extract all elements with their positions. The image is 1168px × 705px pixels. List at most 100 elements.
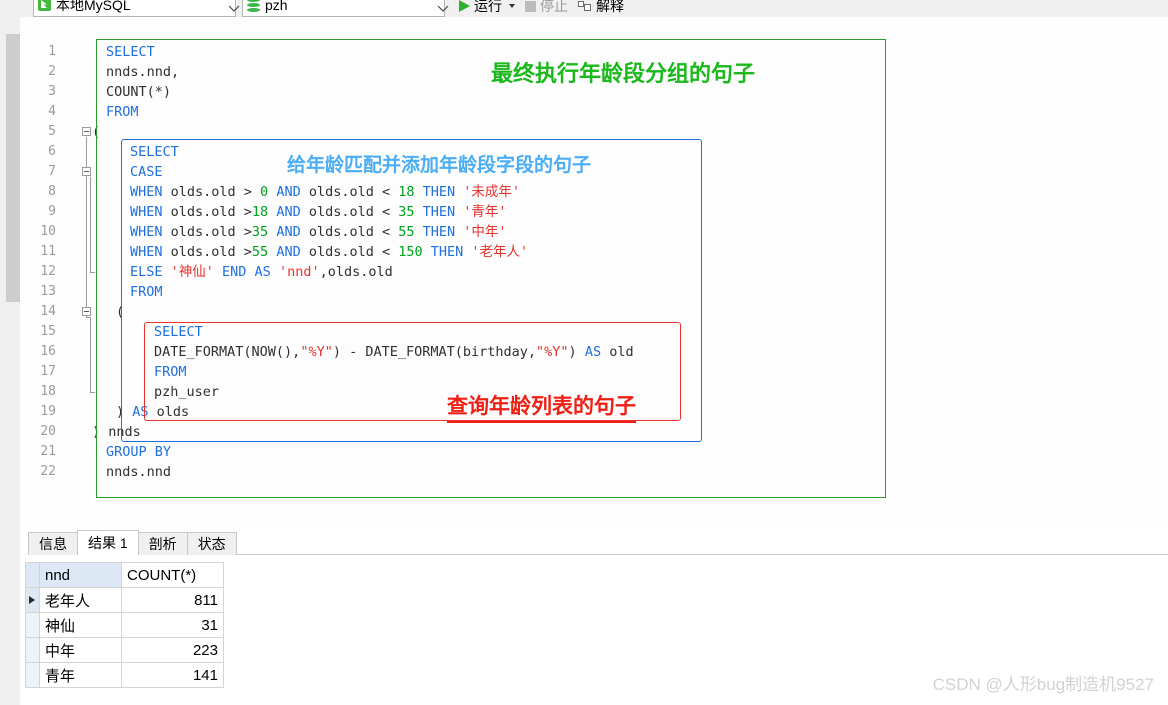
caret-down-icon[interactable] [509,4,515,8]
code-token: olds.old < [308,244,399,260]
table-row[interactable]: 中年 223 [25,637,224,663]
code-line[interactable]: SELECT [154,322,203,342]
watermark: CSDN @人形bug制造机9527 [932,675,1154,694]
annotation-middle: 给年龄匹配并添加年龄段字段的句子 [287,155,592,176]
results-tab[interactable]: 信息 [28,532,78,555]
row-selector-cell[interactable] [25,612,40,638]
cell-count[interactable]: 811 [121,587,224,613]
results-left-rail [0,522,20,705]
row-selector-cell[interactable] [25,637,40,663]
code-token: FROM [106,104,139,120]
grid-header-selector [25,562,40,588]
code-token: pzh_user [154,384,220,400]
code-line[interactable]: WHEN olds.old >35 AND olds.old < 55 THEN… [130,222,507,242]
code-line[interactable]: COUNT(*) [106,82,171,102]
cell-nnd[interactable]: 中年 [39,637,122,663]
code-line[interactable]: CASE [130,162,163,182]
code-token: AND [276,224,309,240]
code-line[interactable]: WHEN olds.old >18 AND olds.old < 35 THEN… [130,202,507,222]
code-token: WHEN [130,184,171,200]
code-line[interactable]: SELECT [106,42,155,62]
code-line[interactable]: nnds.nnd, [106,62,179,82]
code-token: ( [92,124,101,140]
toolbar: 本地MySQL pzh 运行 停止 解释 [0,0,1168,17]
code-token: AS [132,404,157,420]
code-token: '中年' [463,224,507,240]
vertical-scrollbar-thumb[interactable] [6,34,20,302]
code-line[interactable]: FROM [106,102,139,122]
code-token: THEN [422,184,464,200]
current-row-marker-icon [29,596,35,604]
results-panel: 信息 结果 1 剖析 状态 nnd COUNT(*) 老年人 811 神仙 31 中年 223 青… [0,522,1168,705]
cell-count[interactable]: 223 [121,637,224,663]
code-line[interactable]: ELSE '神仙' END AS 'nnd',olds.old [130,262,393,282]
table-row[interactable]: 老年人 811 [25,587,224,613]
cell-nnd[interactable]: 青年 [39,662,122,688]
table-row[interactable]: 青年 141 [25,662,224,688]
cell-nnd[interactable]: 老年人 [39,587,122,613]
row-selector-cell[interactable] [25,587,40,613]
code-token: FROM [130,284,163,300]
connection-selector[interactable]: 本地MySQL [33,0,240,17]
code-line[interactable]: pzh_user [154,382,219,402]
results-grid[interactable]: nnd COUNT(*) 老年人 811 神仙 31 中年 223 青年 141 [25,562,224,688]
stop-label: 停止 [540,0,568,14]
code-line[interactable]: WHEN olds.old >55 AND olds.old < 150 THE… [130,242,528,262]
code-token: 'nnd' [278,264,320,280]
sql-editor-area: 1 2 3 4 5 6 7 8 9 10 11 12 13 14 15 16 17 18 19 20 21 22 SELE… [0,17,1168,522]
cell-nnd[interactable]: 神仙 [39,612,122,638]
code-line[interactable]: FROM [130,282,163,302]
code-line[interactable]: ) AS olds [116,402,189,422]
code-token: SELECT [154,324,203,340]
run-button[interactable]: 运行 [454,0,520,17]
code-line[interactable]: nnds.nnd [106,462,171,482]
results-tab[interactable]: 状态 [186,532,237,555]
annotation-inner: 查询年龄列表的句子 [447,390,636,423]
results-tab[interactable]: 剖析 [137,532,188,555]
code-token: 35 [251,224,269,240]
code-token: nnds.nnd, [106,64,180,80]
results-tab[interactable]: 结果 1 [77,530,139,556]
explain-button[interactable]: 解释 [573,0,629,17]
code-token: ) [116,404,133,420]
code-token: "%Y" [536,344,569,360]
code-line[interactable]: SELECT [130,142,179,162]
grid-header-count[interactable]: COUNT(*) [121,562,224,588]
code-token: 18 [398,184,415,200]
code-token: AND [276,244,309,260]
code-token: 55 [398,224,415,240]
code-token: WHEN [130,204,171,220]
code-line[interactable]: GROUP BY [106,442,171,462]
code-line[interactable]: WHEN olds.old > 0 AND olds.old < 18 THEN… [130,182,520,202]
run-label: 运行 [474,0,502,14]
cell-count[interactable]: 141 [121,662,224,688]
code-token: CASE [130,164,163,180]
code-line[interactable]: DATE_FORMAT(NOW(),"%Y") - DATE_FORMAT(bi… [154,342,634,362]
code-token: ( [116,304,125,320]
row-selector-cell[interactable] [25,662,40,688]
database-selector[interactable]: pzh [242,0,449,17]
code-line[interactable]: ( [116,302,124,322]
table-row[interactable]: 神仙 31 [25,612,224,638]
code-content[interactable]: SELECT nnds.nnd, COUNT(*) FROM ( SELECT CASE WH… [20,17,1168,522]
grid-header-row: nnd COUNT(*) [25,562,224,588]
code-line[interactable]: ) nnds [92,422,141,442]
code-token: FROM [154,364,187,380]
code-token: COUNT(*) [106,84,172,100]
code-token: '未成年' [463,184,521,200]
code-line[interactable]: FROM [154,362,187,382]
stop-icon [525,0,536,12]
code-line[interactable]: ( [92,122,100,142]
code-token: GROUP BY [106,444,172,460]
grid-header-nnd[interactable]: nnd [39,562,122,588]
code-token: nnds.nnd [106,464,172,480]
cell-count[interactable]: 31 [121,612,224,638]
stop-button[interactable]: 停止 [520,0,573,17]
results-tab-label: 信息 [39,536,67,552]
connection-icon [38,0,51,11]
code-token: olds.old < [308,204,399,220]
sql-editor[interactable]: 1 2 3 4 5 6 7 8 9 10 11 12 13 14 15 16 17 18 19 20 21 22 SELE… [20,17,1168,522]
results-tab-label: 剖析 [148,536,177,552]
